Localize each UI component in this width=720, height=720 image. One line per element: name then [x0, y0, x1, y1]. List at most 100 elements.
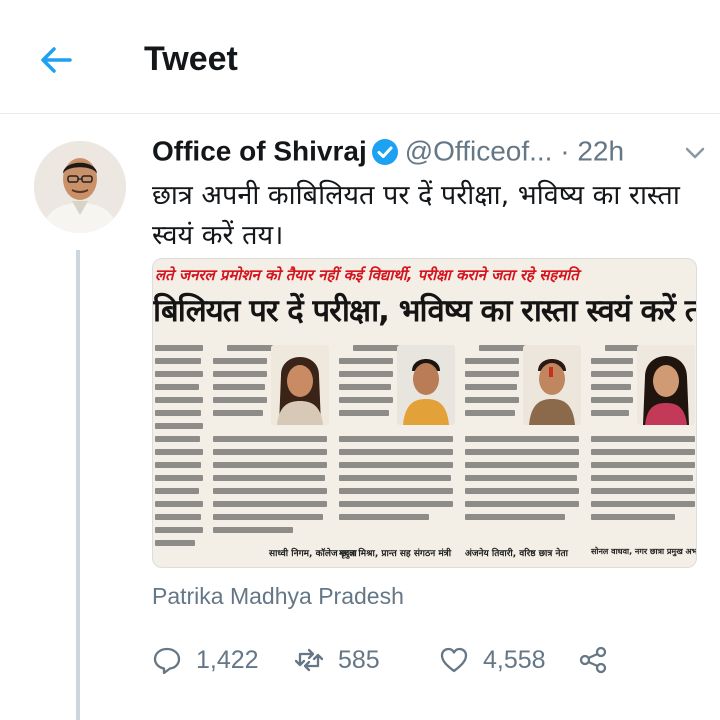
newspaper-byline: अंजनेय तिवारी, वरिष्ठ छात्र नेता — [465, 549, 568, 559]
newspaper-text-line — [155, 410, 201, 416]
tweet-meta: Office of Shivraj @Officeof... · 22h — [152, 134, 712, 174]
tweet-text: छात्र अपनी काबिलियत पर दें परीक्षा, भविष… — [152, 180, 680, 251]
newspaper-column — [153, 341, 205, 561]
newspaper-text-line — [591, 371, 633, 377]
newspaper-text-line — [213, 436, 327, 442]
newspaper-text-line — [213, 527, 293, 533]
person-photo — [397, 345, 455, 425]
reply-button[interactable]: 1,422 — [152, 640, 259, 680]
newspaper-text-line — [465, 358, 519, 364]
newspaper-text-line — [227, 345, 277, 351]
newspaper-text-line — [591, 514, 675, 520]
newspaper-text-line — [339, 488, 453, 494]
newspaper-text-line — [465, 397, 519, 403]
newspaper-columns: साध्वी निगम, कॉलेज छात्रा मृदुल मिश्रा, … — [153, 341, 696, 561]
avatar[interactable] — [34, 141, 126, 233]
newspaper-text-line — [213, 501, 327, 507]
tweet-image[interactable]: लते जनरल प्रमोशन को तैयार नहीं कई विद्या… — [152, 258, 697, 568]
page-title: Tweet — [144, 40, 238, 78]
back-arrow-icon[interactable] — [36, 40, 76, 80]
top-bar: Tweet — [0, 0, 720, 114]
person-photo — [523, 345, 581, 425]
like-button[interactable]: 4,558 — [439, 640, 546, 680]
newspaper-text-line — [213, 488, 327, 494]
tweet-time[interactable]: 22h — [577, 136, 624, 167]
person-photo — [637, 345, 695, 425]
newspaper-text-line — [605, 345, 639, 351]
newspaper-text-line — [465, 410, 515, 416]
separator-dot: · — [560, 135, 570, 167]
newspaper-text-line — [213, 397, 267, 403]
newspaper-text-line — [465, 371, 519, 377]
author-name[interactable]: Office of Shivraj — [152, 136, 367, 167]
newspaper-text-line — [155, 449, 203, 455]
newspaper-text-line — [155, 397, 203, 403]
newspaper-column: अंजनेय तिवारी, वरिष्ठ छात्र नेता — [463, 341, 583, 561]
share-icon — [579, 646, 607, 674]
newspaper-column: साध्वी निगम, कॉलेज छात्रा — [211, 341, 357, 561]
retweet-button[interactable]: 585 — [294, 640, 380, 680]
source-label: Patrika Madhya Pradesh — [152, 583, 404, 609]
author-handle[interactable]: @Officeof... — [405, 136, 553, 167]
newspaper-text-line — [591, 436, 695, 442]
share-button[interactable] — [578, 640, 622, 680]
newspaper-text-line — [155, 475, 203, 481]
newspaper-text-line — [339, 475, 451, 481]
newspaper-text-line — [155, 345, 203, 351]
newspaper-text-line — [339, 384, 391, 390]
newspaper-text-line — [465, 449, 579, 455]
newspaper-text-line — [339, 436, 453, 442]
newspaper-text-line — [591, 358, 633, 364]
newspaper-text-line — [339, 449, 453, 455]
newspaper-text-line — [213, 384, 265, 390]
newspaper-text-line — [465, 384, 517, 390]
like-count: 4,558 — [483, 645, 546, 674]
newspaper-text-line — [339, 501, 453, 507]
newspaper-text-line — [213, 410, 263, 416]
newspaper-text-line — [339, 358, 393, 364]
newspaper-text-line — [591, 397, 633, 403]
newspaper-text-line — [213, 449, 327, 455]
chevron-down-icon[interactable] — [682, 140, 708, 166]
newspaper-text-line — [591, 462, 695, 468]
newspaper-text-line — [155, 527, 203, 533]
newspaper-text-line — [591, 449, 695, 455]
newspaper-text-line — [465, 436, 579, 442]
newspaper-text-line — [155, 358, 201, 364]
retweet-icon — [294, 648, 324, 672]
newspaper-column: सोनल वाधवा, नगर छात्रा प्रमुख अभाविप — [589, 341, 696, 561]
newspaper-column: मृदुल मिश्रा, प्रान्त सह संगठन मंत्री — [337, 341, 457, 561]
newspaper-text-line — [213, 475, 325, 481]
newspaper-text-line — [155, 371, 203, 377]
newspaper-text-line — [213, 514, 323, 520]
thread-line — [76, 250, 80, 720]
newspaper-text-line — [155, 514, 201, 520]
newspaper-text-line — [479, 345, 529, 351]
newspaper-strapline: लते जनरल प्रमोशन को तैयार नहीं कई विद्या… — [155, 266, 579, 284]
newspaper-text-line — [155, 501, 203, 507]
newspaper-headline: बिलियत पर दें परीक्षा, भविष्य का रास्ता … — [153, 293, 697, 329]
newspaper-text-line — [591, 501, 695, 507]
newspaper-text-line — [155, 436, 200, 442]
newspaper-text-line — [339, 462, 453, 468]
newspaper-text-line — [339, 514, 429, 520]
newspaper-text-line — [353, 345, 403, 351]
newspaper-text-line — [465, 501, 579, 507]
newspaper-text-line — [339, 410, 389, 416]
newspaper-text-line — [465, 462, 579, 468]
retweet-count: 585 — [338, 645, 380, 674]
newspaper-text-line — [591, 488, 695, 494]
newspaper-text-line — [591, 410, 629, 416]
newspaper-text-line — [465, 514, 565, 520]
newspaper-text-line — [591, 384, 631, 390]
newspaper-text-line — [155, 462, 201, 468]
newspaper-text-line — [591, 475, 693, 481]
newspaper-text-line — [339, 397, 393, 403]
newspaper-text-line — [339, 371, 393, 377]
tweet-actions: 1,422 585 4,558 — [152, 640, 712, 680]
newspaper-text-line — [465, 475, 577, 481]
like-icon — [440, 647, 468, 673]
newspaper-text-line — [213, 462, 327, 468]
newspaper-text-line — [213, 371, 267, 377]
person-photo — [271, 345, 329, 425]
